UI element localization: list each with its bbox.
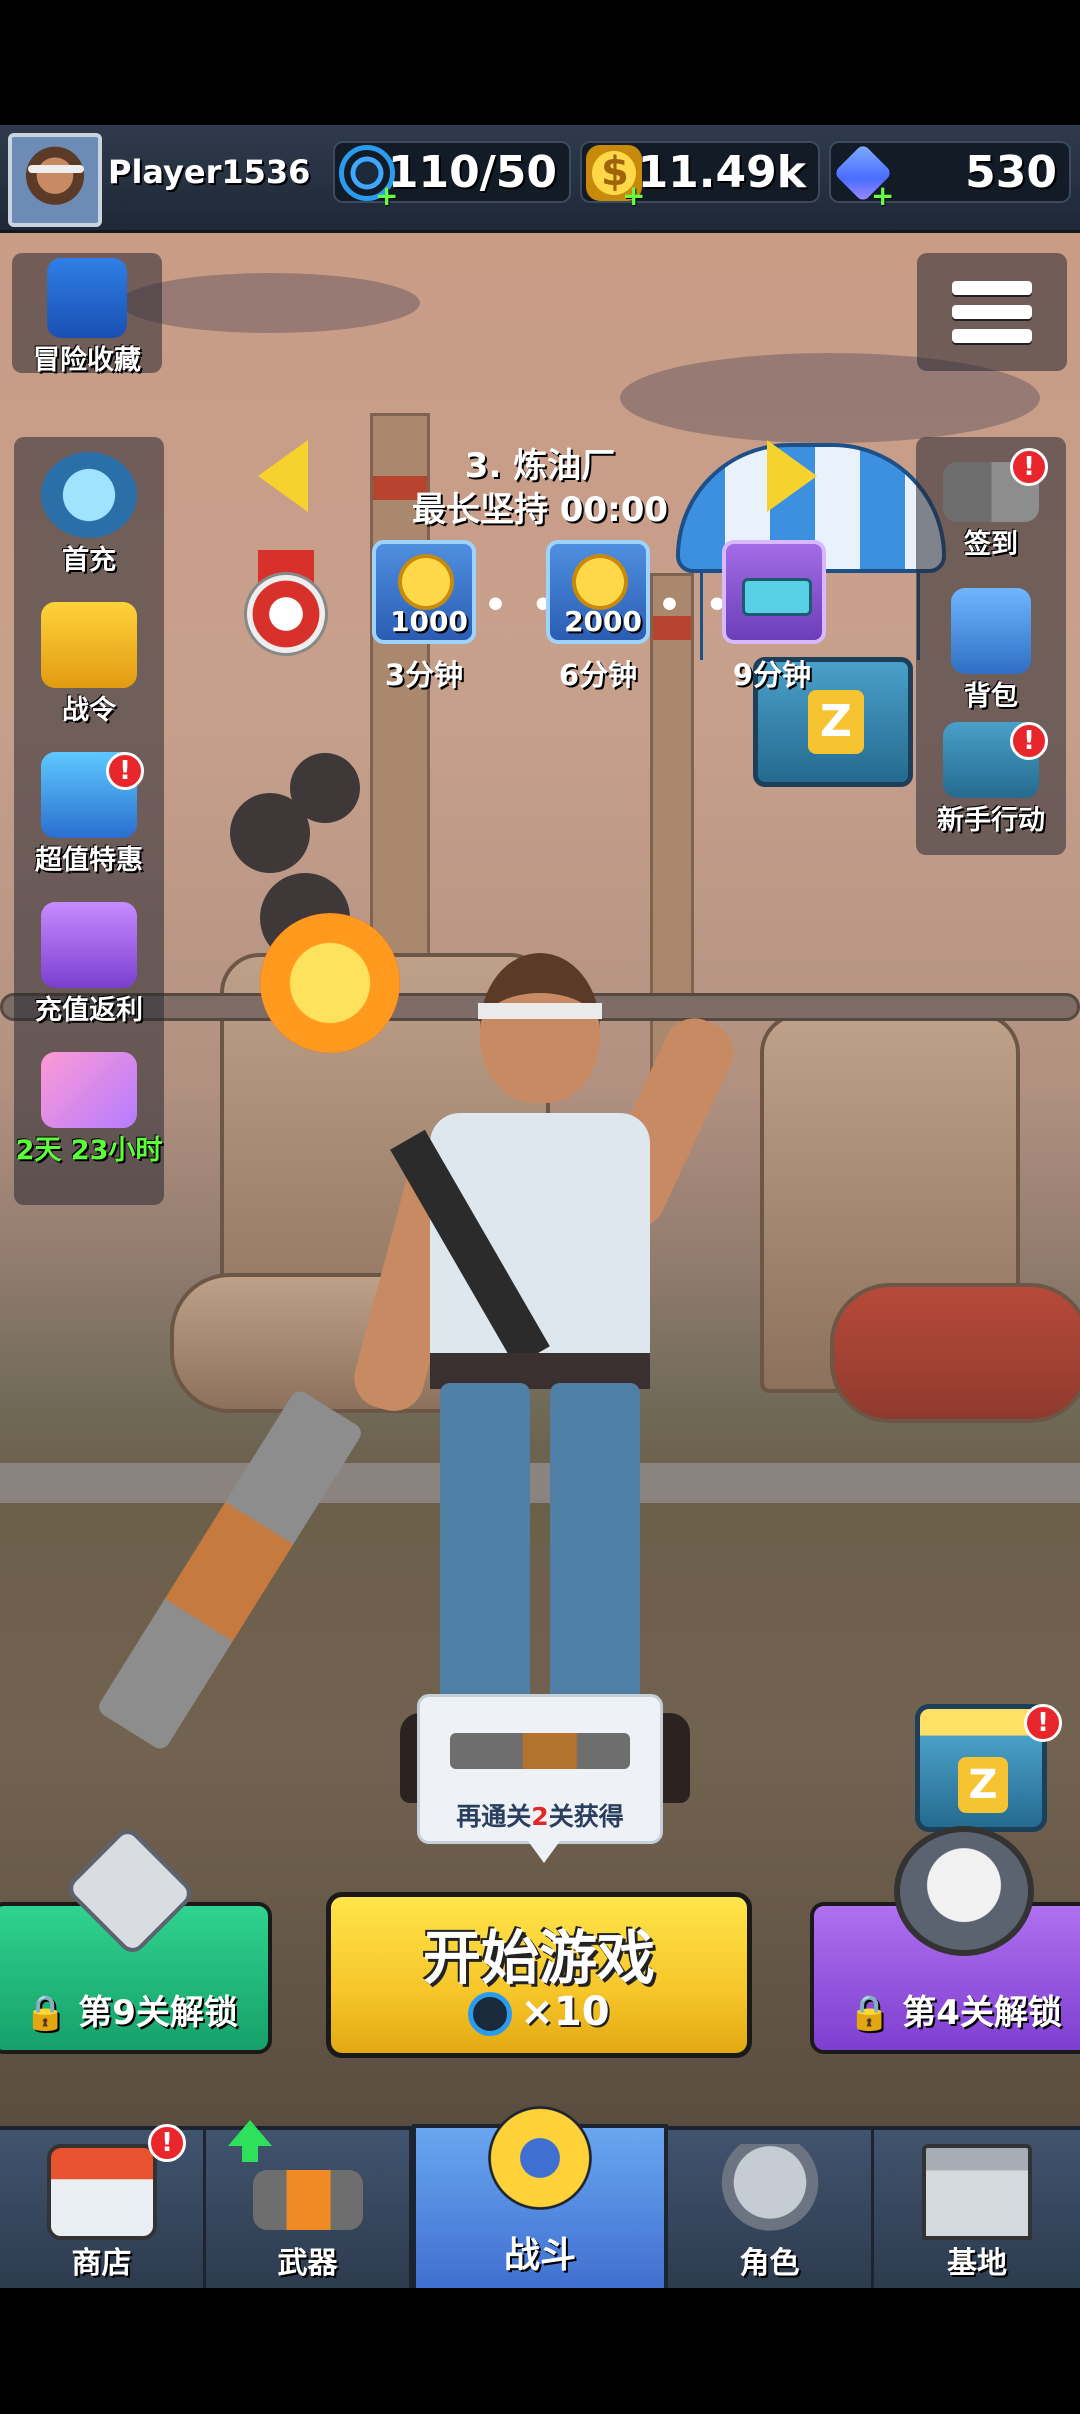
start-game-button[interactable]: 开始游戏 ×10 bbox=[326, 1892, 752, 2058]
laser-gun-icon bbox=[41, 1052, 137, 1128]
collection-icon bbox=[47, 258, 127, 338]
shop-icon bbox=[46, 2144, 157, 2240]
upgrade-arrow-icon bbox=[228, 2120, 272, 2162]
treasure-chest-icon bbox=[41, 902, 137, 988]
top-resource-bar: Player1536 + 110/50 + 11.49k + 530 bbox=[0, 125, 1080, 233]
notification-badge: ! bbox=[106, 752, 144, 790]
add-gem-icon[interactable]: + bbox=[871, 179, 894, 212]
limited-weapon-button[interactable]: 2天 23小时 bbox=[14, 1052, 164, 1167]
mode-right-button[interactable]: 🔒 第4关解锁 bbox=[810, 1826, 1080, 2054]
battle-icon bbox=[475, 2098, 605, 2218]
mode-left-button[interactable]: 🔒 第9关解锁 bbox=[0, 1824, 272, 2054]
shotgun-icon bbox=[450, 1733, 630, 1769]
first-recharge-label: 首充 bbox=[62, 545, 116, 576]
first-recharge-button[interactable]: 首充 bbox=[14, 452, 164, 577]
chest-z-icon: Z bbox=[958, 1757, 1008, 1813]
cloud bbox=[120, 273, 420, 333]
recharge-rebate-button[interactable]: 充值返利 bbox=[14, 902, 164, 1027]
notification-badge: ! bbox=[1010, 448, 1048, 486]
medal-icon bbox=[240, 550, 332, 662]
robot-icon bbox=[41, 452, 137, 538]
longest-survival: 最长坚持 00:00 bbox=[411, 490, 669, 530]
reward-time: 6分钟 bbox=[558, 658, 638, 692]
notification-badge: ! bbox=[1024, 1704, 1062, 1742]
reward-coin-1[interactable]: 1000 bbox=[372, 540, 476, 644]
crate-z-icon: Z bbox=[808, 690, 864, 754]
nav-base-label: 基地 bbox=[947, 2246, 1007, 2281]
skull-emblem-icon bbox=[894, 1826, 1034, 1956]
lock-icon: 🔒 bbox=[848, 1993, 891, 2033]
reward-amount: 1000 bbox=[390, 605, 468, 638]
battle-pass-button[interactable]: 战令 bbox=[14, 602, 164, 727]
weapon-icon bbox=[252, 2170, 363, 2230]
reward-time: 3分钟 bbox=[384, 658, 464, 692]
nav-character-label: 角色 bbox=[739, 2246, 800, 2281]
weapon-unlock-text: 再通关2关获得 bbox=[456, 1802, 624, 1831]
battle-pass-icon bbox=[41, 602, 137, 688]
coin-counter[interactable]: + 11.49k bbox=[580, 141, 820, 212]
ticket-icon bbox=[742, 578, 812, 616]
lock-icon: 🔒 bbox=[24, 1993, 67, 2033]
helmet-icon bbox=[714, 2144, 825, 2240]
gem-counter[interactable]: + 530 bbox=[829, 141, 1071, 212]
energy-value: 110/50 bbox=[387, 147, 557, 198]
bottom-nav: ! 商店 武器 战斗 角色 基地 bbox=[0, 2098, 1080, 2292]
reward-amount: 2000 bbox=[564, 605, 642, 638]
tanker bbox=[830, 1283, 1080, 1423]
hero-character bbox=[300, 953, 760, 2053]
player-name: Player1536 bbox=[108, 153, 311, 191]
battle-pass-label: 战令 bbox=[62, 695, 116, 726]
nav-battle-label: 战斗 bbox=[503, 2235, 576, 2276]
recharge-rebate-label: 充值返利 bbox=[35, 995, 143, 1026]
menu-icon bbox=[952, 281, 1032, 295]
super-deal-label: 超值特惠 bbox=[35, 845, 143, 876]
coin-icon bbox=[398, 554, 454, 610]
energy-icon bbox=[468, 1992, 513, 2036]
nav-battle[interactable]: 战斗 bbox=[412, 2098, 668, 2292]
start-game-cost: ×10 bbox=[331, 1989, 747, 2036]
status-bar bbox=[0, 0, 1080, 125]
super-deal-button[interactable]: ! 超值特惠 bbox=[14, 752, 164, 877]
menu-button[interactable] bbox=[917, 253, 1067, 371]
nav-character[interactable]: 角色 bbox=[668, 2130, 874, 2292]
player-avatar[interactable] bbox=[8, 133, 102, 227]
newbie-action-label: 新手行动 bbox=[937, 805, 1045, 836]
backpack-button[interactable]: 背包 bbox=[916, 588, 1066, 713]
nav-base[interactable]: 基地 bbox=[874, 2130, 1080, 2292]
adventure-collection-button[interactable]: 冒险收藏 bbox=[12, 258, 162, 377]
newbie-action-button[interactable]: ! 新手行动 bbox=[916, 722, 1066, 837]
backpack-label: 背包 bbox=[964, 681, 1018, 712]
smoke bbox=[290, 753, 360, 823]
checkin-label: 签到 bbox=[964, 529, 1018, 560]
level-title: 3. 炼油厂 bbox=[464, 446, 616, 486]
gem-value: 530 bbox=[965, 147, 1057, 198]
checkin-button[interactable]: ! 签到 bbox=[916, 448, 1066, 561]
adventure-collection-label: 冒险收藏 bbox=[33, 345, 141, 376]
reward-coin-2[interactable]: 2000 bbox=[546, 540, 650, 644]
system-nav-area bbox=[0, 2288, 1080, 2414]
reward-ticket[interactable] bbox=[722, 540, 826, 644]
coin-value: 11.49k bbox=[637, 147, 806, 198]
start-game-label: 开始游戏 bbox=[422, 1924, 655, 1992]
mode-right-lock-label: 🔒 第4关解锁 bbox=[848, 1993, 1062, 2033]
limited-timer: 2天 23小时 bbox=[15, 1135, 163, 1166]
notification-badge: ! bbox=[1010, 722, 1048, 760]
coin-icon bbox=[572, 554, 628, 610]
mode-left-lock-label: 🔒 第9关解锁 bbox=[24, 1993, 238, 2033]
energy-counter[interactable]: + 110/50 bbox=[333, 141, 571, 212]
nav-weapons-label: 武器 bbox=[277, 2246, 338, 2281]
notification-badge: ! bbox=[148, 2124, 186, 2162]
reward-time: 9分钟 bbox=[732, 658, 812, 692]
nav-weapons[interactable]: 武器 bbox=[206, 2120, 412, 2292]
weapon-unlock-tooltip[interactable]: 再通关2关获得 bbox=[417, 1694, 663, 1863]
backpack-icon bbox=[951, 588, 1031, 674]
base-building-icon bbox=[922, 2144, 1032, 2240]
nav-shop-label: 商店 bbox=[71, 2246, 132, 2281]
nav-shop[interactable]: ! 商店 bbox=[0, 2124, 206, 2292]
